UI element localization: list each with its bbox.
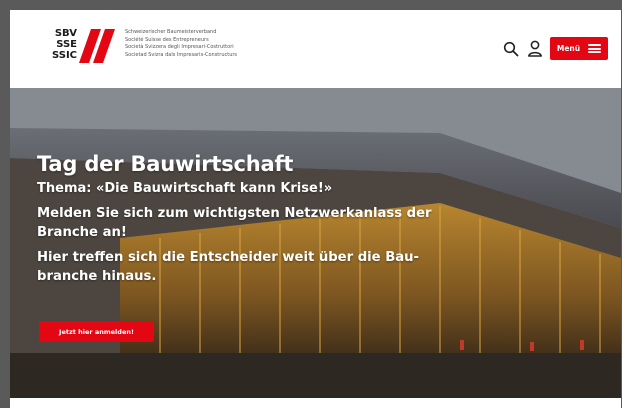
logo-text: Schweizerischer Baumeisterverband Sociét…: [125, 29, 250, 59]
logo-line-rm: Societad Svizra dals Impresaris-Construc…: [125, 51, 238, 58]
register-button[interactable]: Jetzt hier anmelden!: [39, 321, 154, 342]
site-logo[interactable]: SBV SSE SSIC Schweizerischer Baumeisterv…: [35, 26, 245, 66]
menu-button[interactable]: Menü: [550, 37, 608, 60]
hamburger-icon: [588, 44, 602, 53]
site-header: SBV SSE SSIC Schweizerischer Baumeisterv…: [10, 10, 621, 88]
page: SBV SSE SSIC Schweizerischer Baumeisterv…: [10, 10, 621, 408]
logo-abbr-ssic: SSIC: [51, 50, 77, 61]
hero-theme: Thema: «Die Bauwirtschaft kann Krise!»: [37, 181, 333, 196]
content-area-top: [10, 398, 621, 408]
logo-line-de: Schweizerischer Baumeisterverband: [125, 29, 217, 35]
logo-line-fr: Société Suisse des Entrepreneurs: [125, 36, 209, 43]
hero-text-audience: Hier treffen sich die Entscheider weit ü…: [37, 250, 420, 284]
search-icon[interactable]: [503, 41, 519, 57]
hero-banner: Tag der Bauwirtschaft Thema: «Die Bauwir…: [10, 88, 621, 398]
hero-title: Tag der Bauwirtschaft: [37, 152, 294, 176]
hero-text-signup: Melden Sie sich zum wichtigsten Netzwerk…: [37, 206, 432, 240]
logo-stripes-icon: [79, 29, 115, 63]
user-icon[interactable]: [527, 40, 543, 57]
logo-abbr-sse: SSE: [56, 39, 77, 50]
menu-label: Menü: [556, 44, 581, 53]
logo-abbreviations: SBV SSE SSIC: [35, 28, 77, 61]
logo-abbr-sbv: SBV: [54, 28, 77, 39]
hero-content: Tag der Bauwirtschaft Thema: «Die Bauwir…: [37, 151, 477, 286]
logo-line-it: Società Svizzera degli Impresari-Costrut…: [125, 44, 234, 50]
